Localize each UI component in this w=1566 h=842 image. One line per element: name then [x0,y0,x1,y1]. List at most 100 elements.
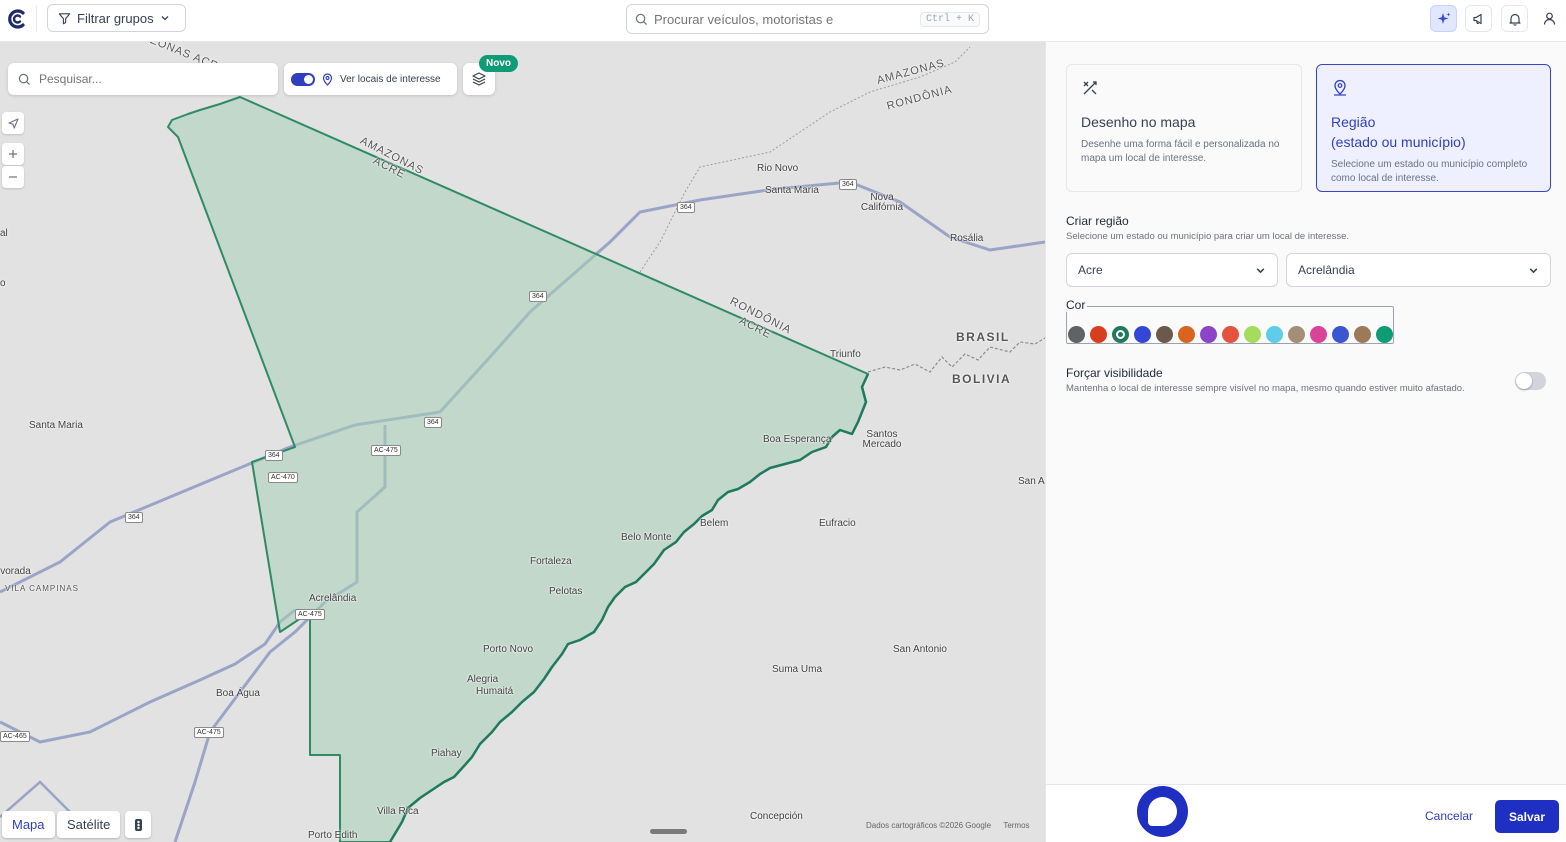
option-draw-on-map[interactable]: Desenho no mapa Desenhe uma forma fácil … [1066,64,1302,192]
force-visibility-description: Mantenha o local de interesse sempre vis… [1066,383,1465,394]
user-icon [1543,12,1556,25]
filter-groups-button[interactable]: Filtrar grupos [47,4,186,32]
terms-link[interactable]: Termos [1003,821,1029,830]
poi-toggle[interactable]: Ver locais de interesse [284,63,457,95]
chevron-down-icon [161,16,169,21]
color-swatch[interactable] [1376,326,1393,343]
map-label: Fortaleza [530,556,572,567]
color-swatch[interactable] [1090,326,1107,343]
chat-support-button[interactable] [1137,786,1188,837]
locate-me-button[interactable] [2,112,24,134]
map-label: ivorada [0,566,31,577]
road-shield: 364 [125,512,143,523]
road-shield: AC-470 [268,472,298,483]
bottom-drag-handle[interactable] [650,829,687,834]
announcements-button[interactable] [1465,5,1492,32]
color-swatch[interactable] [1266,326,1283,343]
global-search[interactable]: Ctrl + K [626,4,989,34]
map-label: Santos Mercado [862,429,902,450]
new-badge: Novo [479,55,518,72]
color-swatch[interactable] [1332,326,1349,343]
color-swatch[interactable] [1222,326,1239,343]
force-visibility-toggle[interactable] [1515,372,1546,390]
map-label: Eufracio [819,518,856,529]
chevron-down-icon [1256,267,1265,273]
color-swatch[interactable] [1244,326,1261,343]
map-label: Belo Monte [621,532,672,543]
sparkle-icon [1437,12,1450,24]
color-swatch[interactable] [1200,326,1217,343]
search-icon [635,13,648,25]
map-label: Rosália [950,233,984,244]
filter-groups-label: Filtrar grupos [77,10,154,26]
option-region-title-line1: Região [1331,114,1376,130]
color-swatch[interactable] [1288,326,1305,343]
traffic-light-icon [134,818,142,831]
option-region-description: Selecione um estado ou município complet… [1331,159,1528,184]
maptype-satellite-button[interactable]: Satélite [57,811,121,838]
create-poi-panel: Desenho no mapa Desenhe uma forma fácil … [1045,42,1566,842]
zoom-in-button[interactable] [2,143,24,165]
option-region-title-line2: (estado ou município) [1331,134,1466,150]
cancel-button[interactable]: Cancelar [1416,800,1482,831]
map-label: Triunfo [830,349,861,360]
save-button[interactable]: Salvar [1495,800,1559,833]
road-shield: 364 [424,417,442,428]
color-swatch[interactable] [1310,326,1327,343]
map-label: Suma Uma [772,664,823,675]
force-visibility-title: Forçar visibilidade [1066,366,1163,380]
map-label: Santa Maria [29,420,83,431]
state-select[interactable]: Acre [1066,253,1278,287]
option-region[interactable]: Região (estado ou município) Selecione u… [1316,64,1551,192]
chat-bubble-icon [1148,797,1177,826]
zoom-out-button[interactable] [2,166,24,188]
road-shield: AC-475 [371,445,401,456]
color-swatch[interactable] [1178,326,1195,343]
traffic-layer-button[interactable] [125,811,151,838]
color-swatch[interactable] [1134,326,1151,343]
map-label: BRASIL [956,330,1010,344]
notifications-button[interactable] [1501,5,1528,32]
top-bar: Filtrar grupos Ctrl + K [0,0,1566,42]
maptype-map-button[interactable]: Mapa [2,811,55,838]
ai-assistant-button[interactable] [1430,5,1457,32]
plus-icon [9,150,17,158]
map-search[interactable] [8,63,278,95]
color-swatch[interactable] [1156,326,1173,343]
city-select-value: Acrelândia [1298,263,1355,277]
map-label: San A [1018,476,1045,487]
color-swatch[interactable] [1354,326,1371,343]
map-attribution: Dados cartográficos ©2026 Google Termos [866,821,1030,830]
map-label: Nova Califórnia [860,192,904,213]
city-select[interactable]: Acrelândia [1286,253,1551,287]
option-draw-description: Desenhe uma forma fácil e personalizada … [1081,139,1280,164]
map-canvas[interactable]: AMAZONAS ACRE AMAZONAS RONDÔNIA AMAZONAS… [0,42,1045,842]
color-swatch[interactable] [1112,326,1129,343]
global-search-input[interactable] [654,11,914,27]
color-label: Cor [1066,298,1088,312]
road-shield: 364 [265,450,283,461]
color-swatches [1068,326,1393,343]
filter-icon [58,12,71,24]
company-logo-icon[interactable] [6,8,28,30]
chevron-down-icon [1529,267,1538,273]
user-profile-button[interactable] [1536,5,1563,32]
map-label: BOLIVIA [952,372,1012,386]
search-icon [18,73,31,85]
map-label: Porto Novo [483,644,534,655]
map-search-input[interactable] [39,72,259,86]
create-region-description: Selecione um estado ou município para cr… [1066,231,1350,242]
map-label: Acrelândia [309,593,357,604]
poi-switch[interactable] [291,72,315,86]
option-draw-title: Desenho no mapa [1081,114,1196,130]
map-label: Pelotas [549,586,583,597]
color-swatch[interactable] [1068,326,1085,343]
map-label: Belem [700,518,729,529]
location-pin-icon [322,72,333,86]
navigation-arrow-icon [7,117,19,129]
header-divider [36,6,37,32]
map-label: Boa Esperança [763,434,832,445]
layers-icon [472,72,486,86]
minus-icon [9,176,17,178]
state-select-value: Acre [1078,263,1103,277]
